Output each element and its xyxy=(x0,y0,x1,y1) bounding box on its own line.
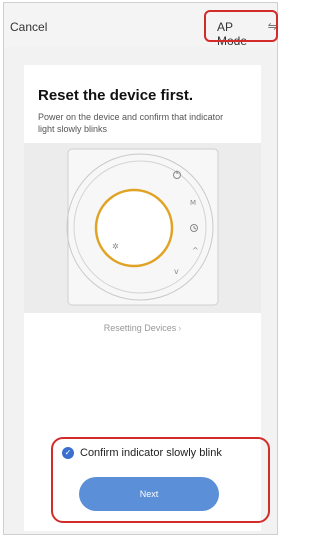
resetting-devices-label: Resetting Devices xyxy=(103,323,177,333)
ap-mode-highlight xyxy=(204,10,278,42)
m-icon: M xyxy=(190,199,196,207)
resetting-devices-link[interactable]: Resetting Devices › xyxy=(24,323,261,333)
confirm-checkbox[interactable]: ✓ Confirm indicator slowly blink xyxy=(62,447,222,459)
instruction-text: Power on the device and confirm that ind… xyxy=(38,112,224,134)
cancel-button[interactable]: Cancel xyxy=(10,20,47,34)
page-title: Reset the device first. xyxy=(38,87,194,104)
down-arrow-icon: v xyxy=(174,267,179,276)
thermostat-drawing: M ^ v ✲ xyxy=(66,148,219,306)
next-button[interactable]: Next xyxy=(79,477,219,511)
confirm-label: Confirm indicator slowly blink xyxy=(80,447,222,459)
indicator-ring xyxy=(94,188,174,268)
up-arrow-icon: ^ xyxy=(192,246,199,255)
check-icon: ✓ xyxy=(62,447,74,459)
chevron-right-icon: › xyxy=(178,323,182,333)
device-illustration: M ^ v ✲ xyxy=(24,143,261,313)
snowflake-icon: ✲ xyxy=(112,242,119,251)
